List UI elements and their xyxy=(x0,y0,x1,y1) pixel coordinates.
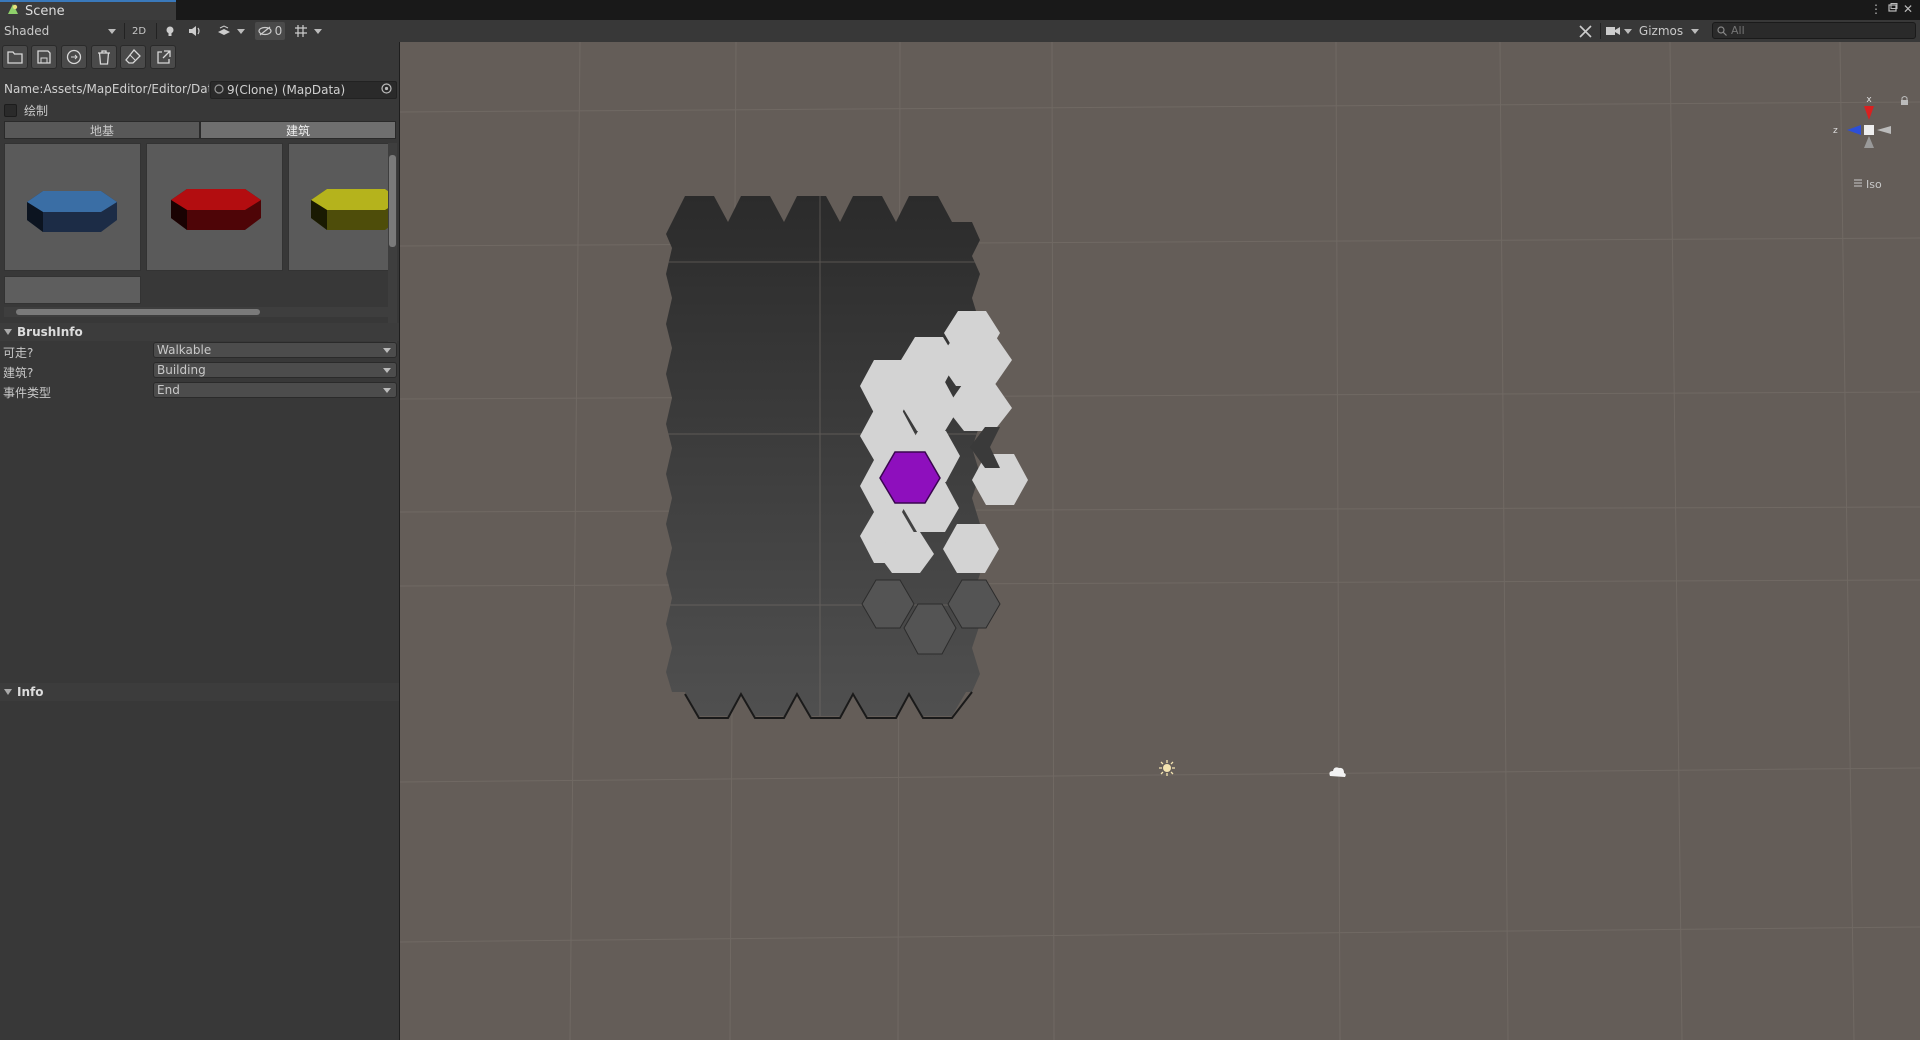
scene-toolbar: Shaded 2D 0 Gizmos xyxy=(0,20,1920,43)
maximize-icon[interactable] xyxy=(1885,1,1901,17)
audio-toggle-icon[interactable] xyxy=(185,22,205,40)
layers-icon xyxy=(218,25,230,35)
save-icon[interactable] xyxy=(31,45,57,69)
walkable-label: 可走? xyxy=(3,346,34,360)
more-icon[interactable]: ⋮ xyxy=(1868,1,1884,17)
palette-horizontal-scrollbar[interactable] xyxy=(4,307,388,317)
draw-toggle-row: 绘制 xyxy=(0,101,48,119)
walkable-value: Walkable xyxy=(157,343,212,357)
scene-tab-label: Scene xyxy=(25,3,65,19)
map-data-object-value: 9(Clone) (MapData) xyxy=(227,83,346,97)
chevron-down-icon xyxy=(383,347,391,353)
grid-dropdown[interactable] xyxy=(288,22,328,40)
chevron-down-icon xyxy=(237,28,245,34)
replace-icon[interactable] xyxy=(61,45,87,69)
tab-foundation[interactable]: 地基 xyxy=(4,121,200,139)
vertical-scroll-thumb[interactable] xyxy=(389,155,396,247)
object-picker-icon[interactable] xyxy=(381,83,392,97)
building-row: 建筑? Building xyxy=(0,362,399,380)
cloud-icon[interactable] xyxy=(1329,767,1346,777)
palette-item-blue[interactable] xyxy=(4,143,141,271)
foldout-arrow-icon xyxy=(4,329,12,335)
export-icon[interactable] xyxy=(150,45,176,69)
search-field[interactable] xyxy=(1712,22,1916,39)
walkable-row: 可走? Walkable xyxy=(0,342,399,360)
hex-prism-yellow-icon xyxy=(311,189,388,230)
palette-item-red[interactable] xyxy=(146,143,283,271)
event-type-dropdown[interactable]: End xyxy=(153,382,397,398)
brushinfo-title: BrushInfo xyxy=(17,325,83,339)
asset-path-label: Name:Assets/MapEditor/Editor/Data/ xyxy=(4,82,209,96)
name-row: Name:Assets/MapEditor/Editor/Data/ 9(Clo… xyxy=(0,81,399,99)
palette-tabs: 地基 建筑 xyxy=(4,121,396,139)
hidden-eye-icon xyxy=(258,26,272,36)
chevron-down-icon xyxy=(383,387,391,393)
editor-tab-bar: Scene ⋮ ✕ xyxy=(0,0,1920,21)
effects-dropdown[interactable] xyxy=(212,22,250,40)
open-folder-icon[interactable] xyxy=(2,45,28,69)
building-label: 建筑? xyxy=(3,366,34,380)
horizontal-scroll-thumb[interactable] xyxy=(16,309,260,315)
chevron-down-icon xyxy=(108,28,116,34)
trash-icon[interactable] xyxy=(91,45,117,69)
palette-item-yellow[interactable] xyxy=(288,143,388,271)
hidden-objects-toggle[interactable]: 0 xyxy=(255,22,285,40)
tool-row xyxy=(0,42,399,72)
chevron-down-icon xyxy=(1691,28,1699,34)
event-type-label: 事件类型 xyxy=(3,386,52,400)
light-icon[interactable] xyxy=(1159,760,1175,776)
mode-2d-button[interactable]: 2D xyxy=(127,22,151,40)
shading-mode-value: Shaded xyxy=(4,24,50,38)
scene-icon xyxy=(6,2,20,20)
draw-checkbox[interactable] xyxy=(4,103,17,117)
tab-building[interactable]: 建筑 xyxy=(200,121,396,139)
palette-vertical-scrollbar[interactable] xyxy=(388,143,397,347)
event-type-row: 事件类型 End xyxy=(0,382,399,400)
lock-icon[interactable] xyxy=(1901,96,1908,106)
chevron-down-icon xyxy=(1624,28,1632,34)
map-editor-panel: Name:Assets/MapEditor/Editor/Data/ 9(Clo… xyxy=(0,42,400,1040)
gizmo-x-label: x xyxy=(1866,95,1872,105)
grid-icon xyxy=(295,25,307,37)
hex-prism-blue-icon xyxy=(27,191,117,232)
scene-viewport[interactable]: x z Iso xyxy=(400,42,1920,1040)
draw-label: 绘制 xyxy=(24,103,49,118)
close-icon[interactable]: ✕ xyxy=(1900,1,1916,17)
scene-canvas: x z Iso xyxy=(400,42,1920,1040)
camera-icon xyxy=(1606,27,1620,35)
gizmos-label: Gizmos xyxy=(1638,24,1684,38)
info-title: Info xyxy=(17,685,44,699)
search-icon xyxy=(1717,25,1727,36)
hex-prism-red-icon xyxy=(171,189,261,230)
camera-dropdown[interactable] xyxy=(1604,22,1634,40)
tools-icon[interactable] xyxy=(1576,22,1594,40)
palette-item-empty[interactable] xyxy=(4,276,141,304)
search-input[interactable] xyxy=(1731,24,1901,37)
hidden-count: 0 xyxy=(274,24,283,38)
building-dropdown[interactable]: Building xyxy=(153,362,397,378)
shading-mode-dropdown[interactable]: Shaded xyxy=(2,22,120,40)
scene-tab[interactable]: Scene xyxy=(0,0,176,20)
brushinfo-header[interactable]: BrushInfo xyxy=(0,323,399,341)
chevron-down-icon xyxy=(314,28,322,34)
walkable-dropdown[interactable]: Walkable xyxy=(153,342,397,358)
eraser-icon[interactable] xyxy=(120,45,146,69)
event-type-value: End xyxy=(157,383,180,397)
map-data-object-field[interactable]: 9(Clone) (MapData) xyxy=(210,81,397,99)
scene-grid xyxy=(400,42,1920,1040)
gizmos-button[interactable]: Gizmos xyxy=(1636,22,1686,40)
gizmo-z-label: z xyxy=(1833,126,1838,136)
mode-2d-label: 2D xyxy=(131,25,147,37)
projection-label: Iso xyxy=(1866,178,1882,191)
chevron-down-icon xyxy=(383,367,391,373)
foldout-arrow-icon xyxy=(4,689,12,695)
lighting-toggle-icon[interactable] xyxy=(160,22,180,40)
info-header[interactable]: Info xyxy=(0,683,399,701)
orientation-gizmo[interactable]: x z Iso xyxy=(1833,95,1908,191)
building-value: Building xyxy=(157,363,206,377)
prefab-icon xyxy=(214,83,224,97)
gizmos-dropdown[interactable] xyxy=(1688,22,1702,40)
